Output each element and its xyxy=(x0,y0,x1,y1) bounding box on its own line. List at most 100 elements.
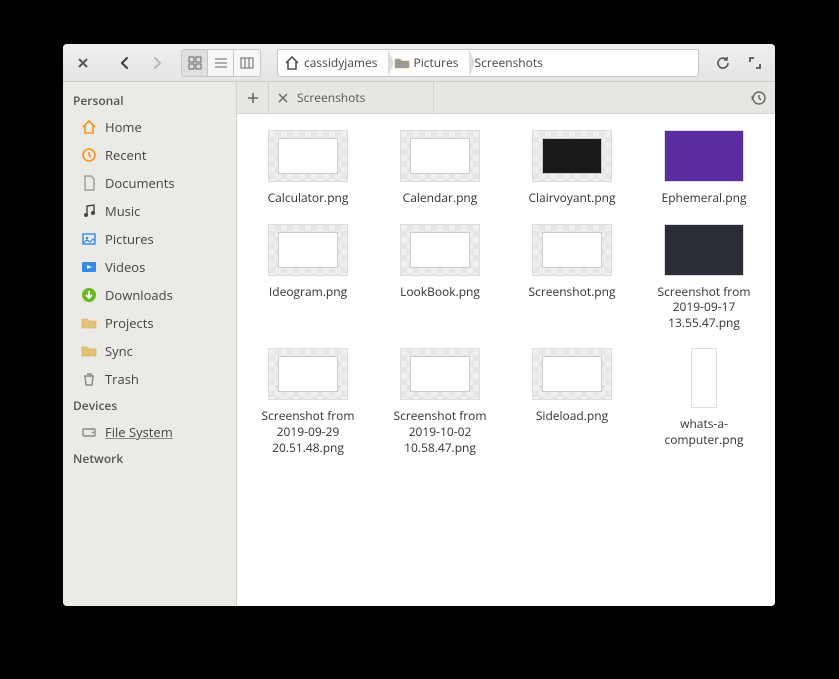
sidebar-item-label: Documents xyxy=(105,174,175,192)
close-button[interactable] xyxy=(69,49,97,77)
file-item[interactable]: Screenshot from 2019-09-29 20.51.48.png xyxy=(247,348,369,455)
sidebar: Personal Home Recent Documents Music Pictures… xyxy=(63,82,237,606)
file-item[interactable]: Clairvoyant.png xyxy=(511,130,633,206)
sidebar-item-music[interactable]: Music xyxy=(63,197,236,225)
file-manager-window: cassidyjames Pictures Screenshots Personal… xyxy=(63,44,775,606)
file-label: Ephemeral.png xyxy=(662,190,747,206)
file-thumbnail xyxy=(532,130,612,182)
recent-icon xyxy=(81,147,97,163)
sidebar-item-projects[interactable]: Projects xyxy=(63,309,236,337)
sidebar-item-label: Projects xyxy=(105,314,154,332)
refresh-button[interactable] xyxy=(709,49,737,77)
file-thumbnail xyxy=(691,348,717,408)
sidebar-item-label: Sync xyxy=(105,342,133,360)
sidebar-item-label: Downloads xyxy=(105,286,173,304)
sidebar-item-home[interactable]: Home xyxy=(63,113,236,141)
file-label: Calendar.png xyxy=(403,190,478,206)
file-item[interactable]: LookBook.png xyxy=(379,224,501,331)
file-thumbnail xyxy=(268,224,348,276)
tab-label: Screenshots xyxy=(297,89,365,106)
sidebar-item-label: Trash xyxy=(105,370,139,388)
sidebar-item-pictures[interactable]: Pictures xyxy=(63,225,236,253)
crumb-label: Pictures xyxy=(414,54,459,71)
file-label: Screenshot from 2019-09-17 13.55.47.png xyxy=(644,284,764,331)
file-thumbnail xyxy=(400,130,480,182)
file-item[interactable]: Ephemeral.png xyxy=(643,130,765,206)
sidebar-item-label: Videos xyxy=(105,258,145,276)
folder-icon xyxy=(81,343,97,359)
back-button[interactable] xyxy=(111,49,139,77)
sidebar-header-network: Network xyxy=(63,446,236,471)
file-item[interactable]: Screenshot from 2019-10-02 10.58.47.png xyxy=(379,348,501,455)
new-tab-button[interactable] xyxy=(237,82,269,113)
file-label: Screenshot from 2019-10-02 10.58.47.png xyxy=(380,408,500,455)
sidebar-item-trash[interactable]: Trash xyxy=(63,365,236,393)
file-label: Screenshot from 2019-09-29 20.51.48.png xyxy=(248,408,368,455)
file-item[interactable]: Sideload.png xyxy=(511,348,633,455)
sidebar-item-downloads[interactable]: Downloads xyxy=(63,281,236,309)
sidebar-header-personal: Personal xyxy=(63,88,236,113)
file-thumbnail xyxy=(268,348,348,400)
file-item[interactable]: Screenshot from 2019-09-17 13.55.47.png xyxy=(643,224,765,331)
file-item[interactable]: Screenshot.png xyxy=(511,224,633,331)
file-item[interactable]: Calculator.png xyxy=(247,130,369,206)
sidebar-item-videos[interactable]: Videos xyxy=(63,253,236,281)
drive-icon xyxy=(81,424,97,440)
list-view-button[interactable] xyxy=(208,50,234,76)
file-item[interactable]: Ideogram.png xyxy=(247,224,369,331)
breadcrumb-pictures[interactable]: Pictures xyxy=(388,50,469,76)
pictures-icon xyxy=(81,231,97,247)
sidebar-item-label: Recent xyxy=(105,146,146,164)
file-item[interactable]: Calendar.png xyxy=(379,130,501,206)
folder-icon xyxy=(394,55,410,71)
maximize-button[interactable] xyxy=(741,49,769,77)
file-thumbnail xyxy=(400,348,480,400)
file-label: Sideload.png xyxy=(536,408,608,424)
view-switcher xyxy=(181,49,261,77)
content-area: Screenshots Calculator.png Calendar.png Cl… xyxy=(237,82,775,606)
breadcrumb-cassidyjames[interactable]: cassidyjames xyxy=(278,50,388,76)
file-label: Ideogram.png xyxy=(269,284,347,300)
titlebar: cassidyjames Pictures Screenshots xyxy=(63,44,775,82)
sidebar-item-documents[interactable]: Documents xyxy=(63,169,236,197)
file-thumbnail xyxy=(400,224,480,276)
file-label: whats-a-computer.png xyxy=(644,416,764,447)
sidebar-header-devices: Devices xyxy=(63,393,236,418)
sidebar-item-label: File System xyxy=(105,423,173,441)
file-label: Calculator.png xyxy=(268,190,349,206)
sidebar-item-recent[interactable]: Recent xyxy=(63,141,236,169)
tabbar: Screenshots xyxy=(237,82,775,114)
file-thumbnail xyxy=(532,348,612,400)
folder-icon xyxy=(81,315,97,331)
downloads-icon xyxy=(81,287,97,303)
sidebar-item-label: Pictures xyxy=(105,230,154,248)
column-view-button[interactable] xyxy=(234,50,260,76)
file-thumbnail xyxy=(532,224,612,276)
file-label: Clairvoyant.png xyxy=(528,190,615,206)
file-thumbnail xyxy=(664,224,744,276)
tab-close-icon[interactable] xyxy=(269,93,297,103)
forward-button[interactable] xyxy=(143,49,171,77)
home-icon xyxy=(81,119,97,135)
crumb-label: Screenshots xyxy=(475,54,543,71)
home-icon xyxy=(284,55,300,71)
file-label: LookBook.png xyxy=(400,284,480,300)
icon-view-button[interactable] xyxy=(182,50,208,76)
doc-icon xyxy=(81,175,97,191)
file-label: Screenshot.png xyxy=(528,284,615,300)
breadcrumb-screenshots[interactable]: Screenshots xyxy=(469,50,553,76)
videos-icon xyxy=(81,259,97,275)
crumb-label: cassidyjames xyxy=(304,54,378,71)
sidebar-item-sync[interactable]: Sync xyxy=(63,337,236,365)
sidebar-item-label: Home xyxy=(105,118,142,136)
file-thumbnail xyxy=(664,130,744,182)
file-thumbnail xyxy=(268,130,348,182)
trash-icon xyxy=(81,371,97,387)
tab-screenshots[interactable]: Screenshots xyxy=(269,82,434,113)
history-button[interactable] xyxy=(743,82,775,113)
sidebar-item-label: Music xyxy=(105,202,140,220)
sidebar-item-file-system[interactable]: File System xyxy=(63,418,236,446)
breadcrumb: cassidyjames Pictures Screenshots xyxy=(277,49,699,77)
file-grid: Calculator.png Calendar.png Clairvoyant.pn… xyxy=(237,114,775,606)
file-item[interactable]: whats-a-computer.png xyxy=(643,348,765,455)
